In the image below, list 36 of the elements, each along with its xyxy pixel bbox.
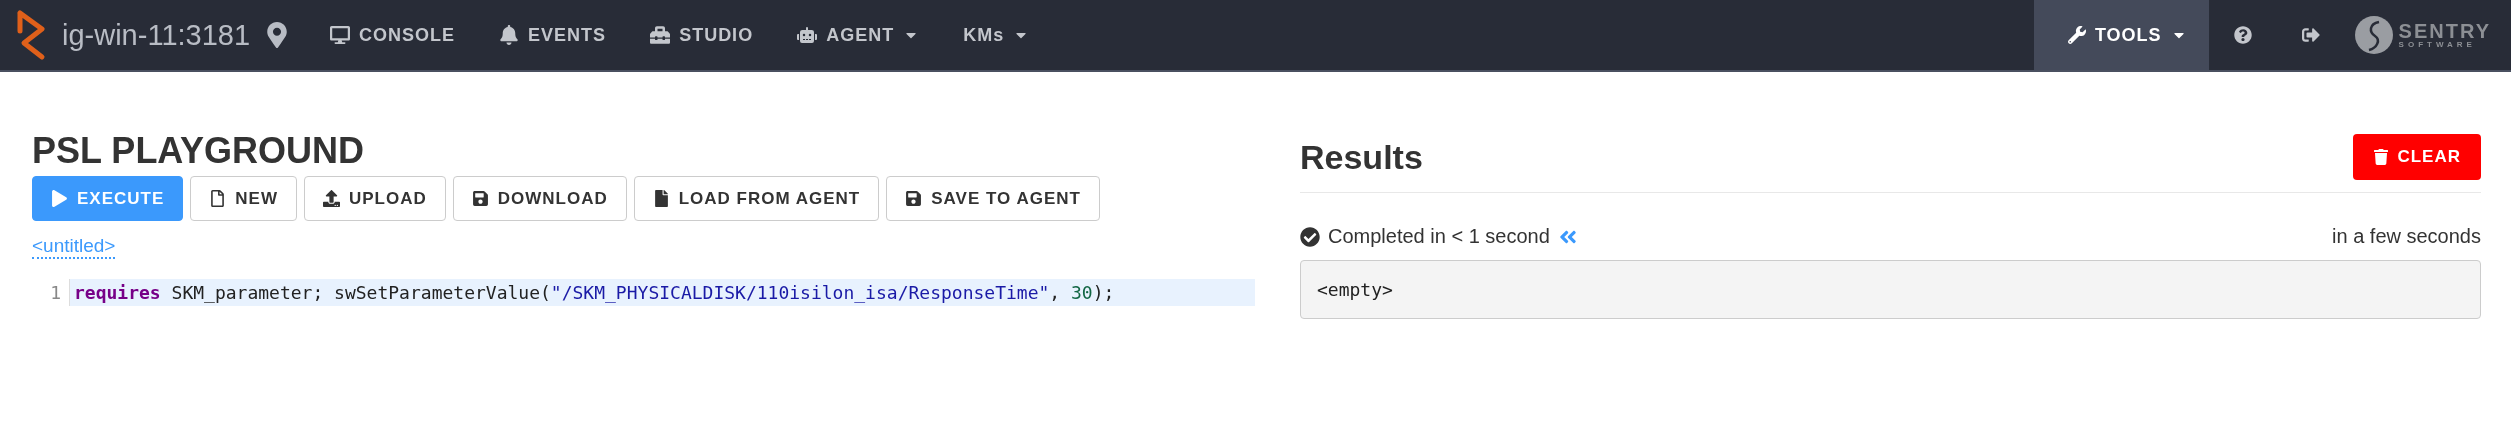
toolbar-button[interactable]: DOWNLOAD <box>452 176 627 221</box>
time-text: in a few seconds <box>2332 225 2481 248</box>
tools-menu[interactable]: TOOLS <box>2033 0 2209 70</box>
logout-icon[interactable] <box>2301 26 2320 44</box>
line-number: 1 <box>49 281 62 305</box>
file-icon <box>652 190 670 207</box>
toolbar-button[interactable]: NEW <box>190 176 297 221</box>
play-icon <box>51 190 68 207</box>
wrench-icon <box>2067 26 2086 44</box>
toolbar-button[interactable]: LOAD FROM AGENT <box>633 176 880 221</box>
host-name: ig-win-11:3181 <box>62 18 251 52</box>
toolbar-button[interactable]: UPLOAD <box>303 176 446 221</box>
logo-tagline: SOFTWARE <box>2398 41 2477 49</box>
upload-icon <box>322 190 340 207</box>
nav-item[interactable]: KMs <box>941 0 1052 70</box>
results-title: Results <box>1300 137 1423 177</box>
robot-icon <box>797 25 818 45</box>
nav-item[interactable]: EVENTS <box>477 0 629 70</box>
nav-item[interactable]: STUDIO <box>628 0 776 70</box>
page-title: PSL PLAYGROUND <box>32 130 366 172</box>
nav-item[interactable]: CONSOLE <box>308 0 478 70</box>
toolbox-icon <box>650 25 671 45</box>
file-icon <box>209 190 227 207</box>
help-icon[interactable] <box>2233 26 2252 44</box>
check-icon <box>1300 226 1320 247</box>
output-box: <empty> <box>1300 260 2481 319</box>
status-text: Completed in < 1 second <box>1328 225 1550 248</box>
logo-icon <box>2354 16 2393 54</box>
logo-icon <box>14 9 48 61</box>
monitor-icon <box>330 25 351 45</box>
nav-item[interactable]: AGENT <box>775 0 942 70</box>
logo-name: SENTRY <box>2398 21 2491 41</box>
trash-icon <box>2373 149 2390 165</box>
toolbar-button[interactable]: SAVE TO AGENT <box>886 176 1100 221</box>
bell-icon <box>499 25 520 45</box>
clear-button[interactable]: CLEAR <box>2353 134 2481 180</box>
